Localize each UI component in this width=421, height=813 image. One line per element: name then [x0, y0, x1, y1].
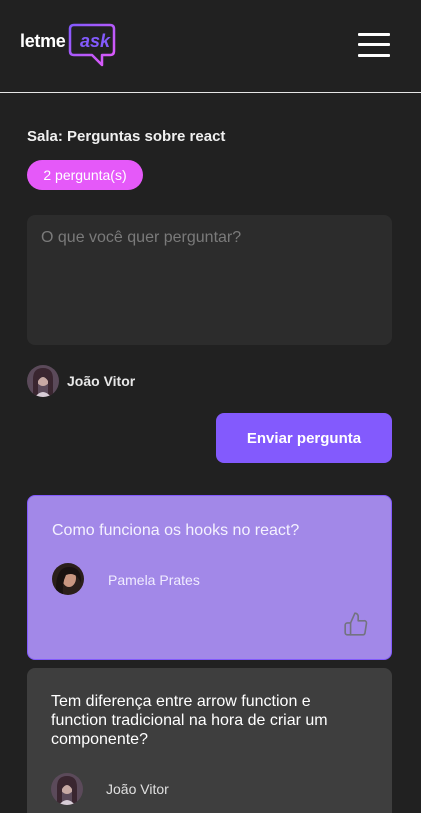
question-author-name: Pamela Prates	[108, 572, 200, 588]
letmeask-logo[interactable]: letme ask	[20, 23, 116, 69]
send-question-button[interactable]: Enviar pergunta	[216, 413, 392, 463]
question-count-badge: 2 pergunta(s)	[27, 160, 143, 190]
logo-speech-bubble: ask	[68, 23, 116, 69]
question-input[interactable]	[27, 215, 392, 345]
avatar	[27, 365, 59, 397]
question-content: Como funciona os hooks no react?	[52, 522, 300, 539]
question-author-name: João Vitor	[106, 781, 169, 797]
room-title: Sala: Perguntas sobre react	[27, 128, 226, 145]
author-avatar	[52, 563, 84, 595]
question-card-highlighted: Como funciona os hooks no react? Pamela …	[27, 495, 392, 660]
thumbs-up-icon[interactable]	[343, 611, 369, 637]
current-user-name: João Vitor	[67, 373, 136, 389]
logo-text: letme	[20, 31, 66, 51]
question-content: Tem diferença entre arrow function e fun…	[51, 693, 328, 748]
logo-accent-text: ask	[80, 31, 111, 51]
author-avatar	[51, 773, 83, 805]
question-card: Tem diferença entre arrow function e fun…	[27, 668, 392, 813]
app-header: letme ask	[0, 0, 421, 93]
hamburger-menu-icon[interactable]	[358, 33, 390, 57]
